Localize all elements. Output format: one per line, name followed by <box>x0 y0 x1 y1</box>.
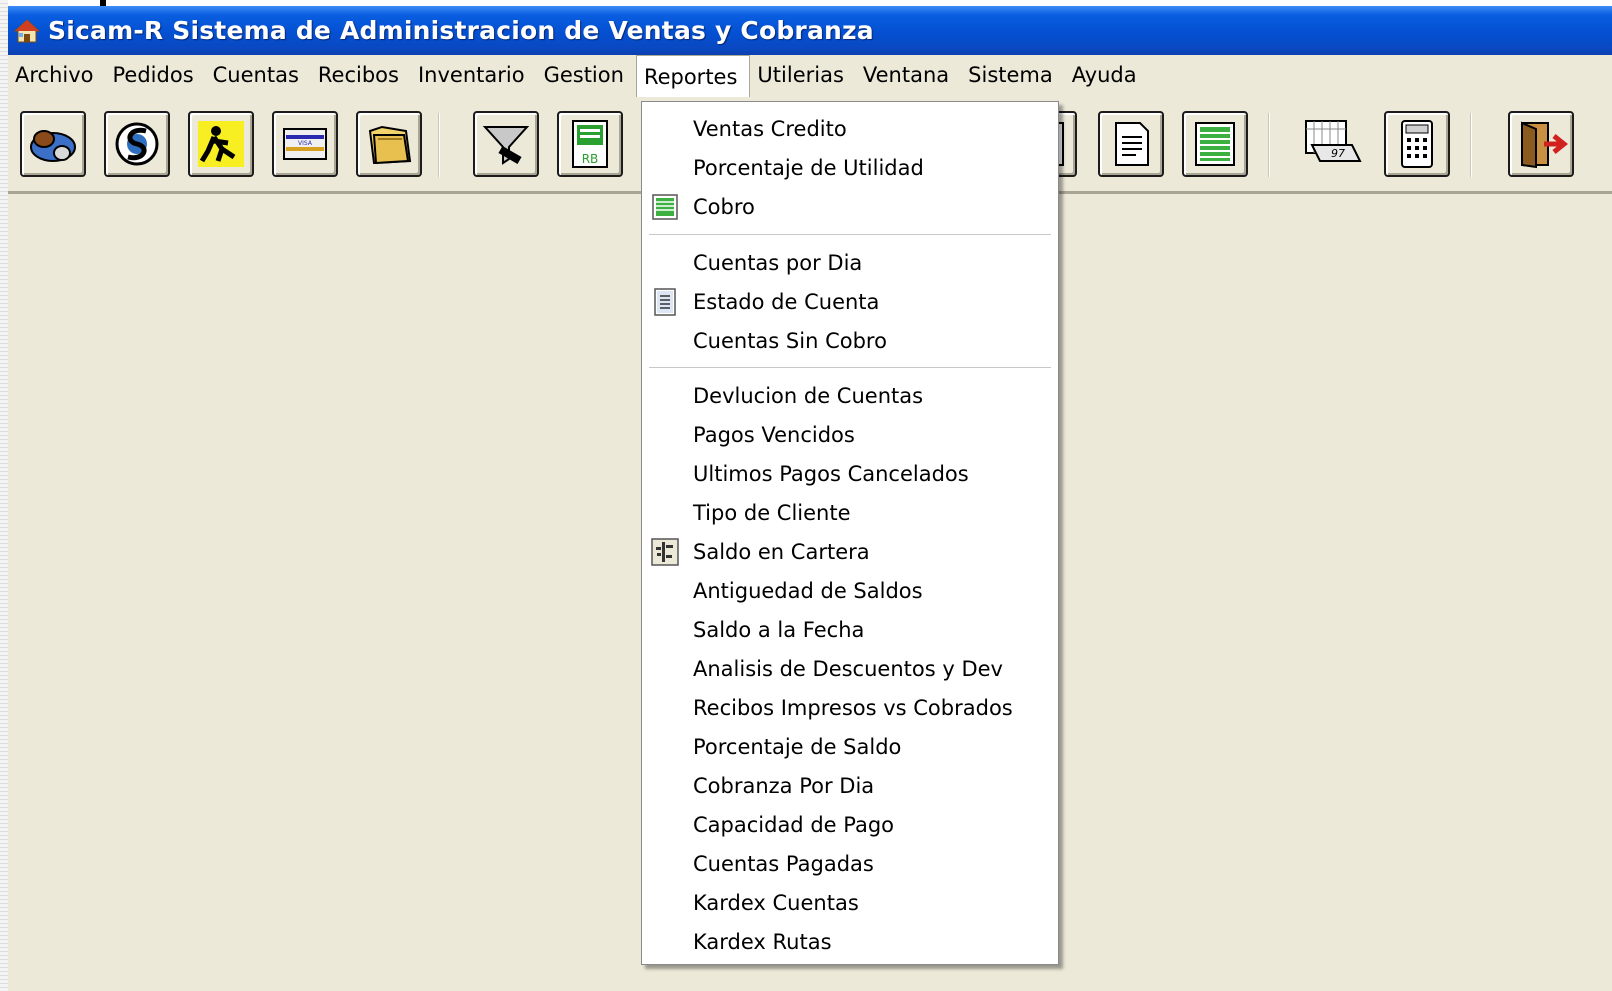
menu-option-label: Cuentas por Dia <box>693 250 863 275</box>
rb-report-button[interactable]: RB <box>557 111 623 177</box>
app-window: Sicam-R Sistema de Administracion de Ven… <box>8 6 1612 991</box>
menu-option-recibos-impresos[interactable]: Recibos Impresos vs Cobrados <box>642 688 1058 727</box>
globe-money-icon <box>115 122 159 166</box>
menu-option-label: Kardex Rutas <box>693 929 832 954</box>
menu-option-label: Kardex Cuentas <box>693 890 859 915</box>
menu-inventario[interactable]: Inventario <box>411 55 537 97</box>
calendar-97-button[interactable]: 97 <box>1298 111 1364 177</box>
menu-option-devlucion-de-cuentas[interactable]: Devlucion de Cuentas <box>642 376 1058 415</box>
window-title: Sicam-R Sistema de Administracion de Ven… <box>48 16 874 45</box>
reportes-dropdown-menu: Ventas Credito Porcentaje de Utilidad Co… <box>641 101 1059 965</box>
handshake-icon <box>30 130 76 162</box>
calculator-icon <box>1401 120 1433 168</box>
exit-door-button[interactable] <box>1508 111 1574 177</box>
menu-option-label: Porcentaje de Utilidad <box>693 155 924 180</box>
worker-icon <box>198 121 244 167</box>
menu-option-label: Cuentas Pagadas <box>693 851 874 876</box>
menu-option-label: Estado de Cuenta <box>693 289 880 314</box>
toolbar-separator <box>438 113 440 177</box>
exit-door-icon <box>1521 121 1568 169</box>
menu-option-label: Saldo en Cartera <box>693 539 870 564</box>
menu-option-antiguedad-de-saldos[interactable]: Antiguedad de Saldos <box>642 571 1058 610</box>
menu-option-pagos-vencidos[interactable]: Pagos Vencidos <box>642 415 1058 454</box>
toolbar-separator <box>1470 113 1472 177</box>
menu-option-ventas-credito[interactable]: Ventas Credito <box>642 109 1058 148</box>
visa-card-button[interactable]: VISA <box>272 111 338 177</box>
menu-archivo[interactable]: Archivo <box>8 55 106 97</box>
menu-separator <box>649 367 1051 369</box>
menu-option-label: Ventas Credito <box>693 116 847 141</box>
handshake-button[interactable] <box>20 111 86 177</box>
funnel-button[interactable] <box>473 111 539 177</box>
menu-option-label: Tipo de Cliente <box>693 500 851 525</box>
svg-text:RB: RB <box>582 152 599 166</box>
menu-recibos[interactable]: Recibos <box>311 55 411 97</box>
menu-option-estado-de-cuenta[interactable]: Estado de Cuenta <box>642 282 1058 321</box>
menu-option-label: Pagos Vencidos <box>693 422 855 447</box>
menu-option-label: Capacidad de Pago <box>693 812 895 837</box>
worker-button[interactable] <box>188 111 254 177</box>
menu-option-cobro[interactable]: Cobro <box>642 187 1058 226</box>
menu-ayuda[interactable]: Ayuda <box>1065 55 1149 97</box>
menu-option-tipo-de-cliente[interactable]: Tipo de Cliente <box>642 493 1058 532</box>
document-button[interactable] <box>1098 111 1164 177</box>
title-bar[interactable]: Sicam-R Sistema de Administracion de Ven… <box>8 6 1612 55</box>
statement-icon <box>649 287 681 317</box>
toolbar-separator <box>1268 113 1270 177</box>
svg-text:97: 97 <box>1331 147 1345 160</box>
green-list-icon <box>649 192 681 222</box>
menu-option-label: Cobranza Por Dia <box>693 773 875 798</box>
menu-option-label: Devlucion de Cuentas <box>693 383 924 408</box>
menu-option-label: Cuentas Sin Cobro <box>693 328 887 353</box>
folders-icon <box>368 125 412 165</box>
menu-sistema[interactable]: Sistema <box>961 55 1065 97</box>
menu-option-label: Analisis de Descuentos y Dev <box>693 656 1003 681</box>
menu-option-cuentas-sin-cobro[interactable]: Cuentas Sin Cobro <box>642 321 1058 360</box>
funnel-icon <box>482 126 530 165</box>
menu-ventana[interactable]: Ventana <box>856 55 961 97</box>
menu-option-saldo-a-la-fecha[interactable]: Saldo a la Fecha <box>642 610 1058 649</box>
menu-option-cuentas-pagadas[interactable]: Cuentas Pagadas <box>642 844 1058 883</box>
menu-pedidos[interactable]: Pedidos <box>106 55 206 97</box>
menu-option-cobranza-por-dia[interactable]: Cobranza Por Dia <box>642 766 1058 805</box>
menu-gestion[interactable]: Gestion <box>537 55 636 97</box>
rb-report-icon: RB <box>572 120 608 168</box>
menu-option-label: Recibos Impresos vs Cobrados <box>693 695 1013 720</box>
menu-option-label: Antiguedad de Saldos <box>693 578 923 603</box>
menu-option-label: Cobro <box>693 194 755 219</box>
background-strip <box>0 0 8 991</box>
document-icon <box>1115 122 1149 166</box>
calculator-button[interactable] <box>1384 111 1450 177</box>
menu-option-ultimos-pagos-cancelados[interactable]: Ultimos Pagos Cancelados <box>642 454 1058 493</box>
menu-option-porcentaje-de-saldo[interactable]: Porcentaje de Saldo <box>642 727 1058 766</box>
menu-option-label: Ultimos Pagos Cancelados <box>693 461 969 486</box>
menu-option-cuentas-por-dia[interactable]: Cuentas por Dia <box>642 243 1058 282</box>
menu-option-label: Saldo a la Fecha <box>693 617 865 642</box>
menu-option-porcentaje-utilidad[interactable]: Porcentaje de Utilidad <box>642 148 1058 187</box>
calendar-97-icon: 97 <box>1305 120 1362 162</box>
portfolio-icon <box>649 537 681 567</box>
globe-money-button[interactable] <box>104 111 170 177</box>
menu-option-analisis-descuentos[interactable]: Analisis de Descuentos y Dev <box>642 649 1058 688</box>
menu-utilerias[interactable]: Utilerias <box>750 55 855 97</box>
menu-separator <box>649 234 1051 236</box>
menu-bar: Archivo Pedidos Cuentas Recibos Inventar… <box>8 55 1612 99</box>
menu-cuentas[interactable]: Cuentas <box>206 55 311 97</box>
home-icon <box>14 18 40 42</box>
menu-option-label: Porcentaje de Saldo <box>693 734 902 759</box>
svg-text:VISA: VISA <box>298 140 313 147</box>
folders-button[interactable] <box>356 111 422 177</box>
visa-card-icon: VISA <box>283 128 327 160</box>
menu-option-kardex-cuentas[interactable]: Kardex Cuentas <box>642 883 1058 922</box>
menu-reportes[interactable]: Reportes <box>635 55 751 99</box>
green-report-button[interactable] <box>1182 111 1248 177</box>
menu-option-kardex-rutas[interactable]: Kardex Rutas <box>642 922 1058 961</box>
menu-option-saldo-en-cartera[interactable]: Saldo en Cartera <box>642 532 1058 571</box>
green-report-icon <box>1195 122 1235 166</box>
menu-option-capacidad-de-pago[interactable]: Capacidad de Pago <box>642 805 1058 844</box>
